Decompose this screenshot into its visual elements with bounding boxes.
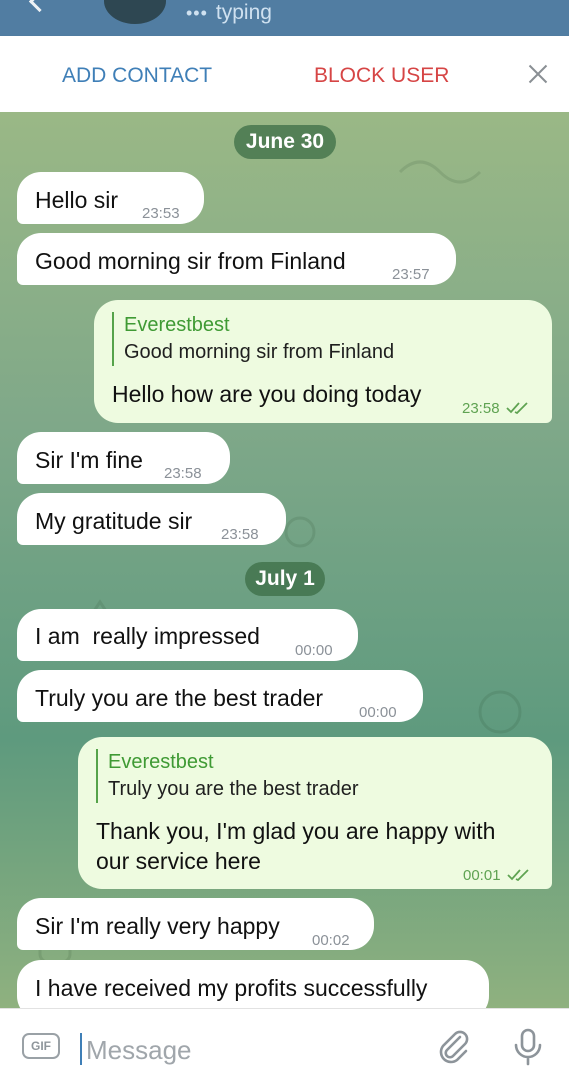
message-text: I have received my profits successfully (35, 975, 428, 1001)
contact-action-bar: ADD CONTACT BLOCK USER (0, 36, 569, 112)
chat-header: ••• typing (0, 0, 569, 36)
message-input[interactable] (84, 1029, 388, 1071)
incoming-message[interactable]: Truly you are the best trader 00:00 (17, 670, 423, 722)
back-arrow-icon[interactable] (28, 0, 51, 13)
typing-dots-icon: ••• (186, 3, 208, 23)
microphone-icon[interactable] (510, 1027, 546, 1067)
block-user-button[interactable]: BLOCK USER (314, 64, 449, 88)
outgoing-message[interactable]: Everestbest Truly you are the best trade… (78, 737, 552, 889)
reply-text: Good morning sir from Finland (124, 341, 395, 363)
message-time: 23:58 (221, 526, 259, 543)
message-text-line-1: Thank you, I'm glad you are happy with (96, 818, 496, 844)
text-caret (80, 1033, 82, 1065)
message-time-label: 00:01 (463, 867, 501, 884)
incoming-message[interactable]: Sir I'm fine 23:58 (17, 432, 230, 484)
message-text-line-2: our service here (96, 848, 261, 874)
message-text: Hello sir (35, 187, 119, 213)
date-divider: July 1 (245, 562, 325, 596)
message-text: Good morning sir from Finland (35, 248, 346, 274)
message-list[interactable]: June 30 Hello sir 23:53 Good morning sir… (0, 112, 569, 1008)
add-contact-button[interactable]: ADD CONTACT (62, 64, 212, 88)
reply-quote[interactable]: Everestbest Truly you are the best trade… (96, 749, 359, 803)
close-icon[interactable] (524, 60, 552, 88)
incoming-message[interactable]: My gratitude sir 23:58 (17, 493, 286, 545)
incoming-message[interactable]: I am really impressed 00:00 (17, 609, 358, 661)
message-time: 00:01 (463, 861, 531, 891)
message-time: 00:00 (359, 704, 397, 721)
message-time: 00:02 (312, 932, 350, 949)
message-time: 00:00 (295, 642, 333, 659)
message-time: 23:57 (392, 266, 430, 283)
message-time-label: 23:58 (462, 400, 500, 417)
date-label: July 1 (255, 567, 315, 590)
message-composer: GIF (0, 1008, 569, 1081)
gif-icon[interactable]: GIF (22, 1033, 60, 1059)
date-divider: June 30 (234, 125, 336, 159)
typing-label: typing (215, 1, 272, 24)
message-text: My gratitude sir (35, 508, 193, 534)
double-check-icon (506, 869, 529, 881)
double-check-icon (505, 402, 528, 414)
reply-author: Everestbest (124, 314, 230, 336)
typing-status: ••• typing (186, 0, 272, 26)
paperclip-icon[interactable] (436, 1029, 472, 1065)
date-label: June 30 (245, 130, 325, 153)
message-text: I am really impressed (35, 623, 260, 649)
outgoing-message[interactable]: Everestbest Good morning sir from Finlan… (94, 300, 552, 423)
reply-quote[interactable]: Everestbest Good morning sir from Finlan… (112, 312, 394, 366)
incoming-message[interactable]: Good morning sir from Finland 23:57 (17, 233, 456, 285)
contact-avatar[interactable] (104, 0, 166, 24)
message-time: 23:53 (142, 205, 180, 222)
message-text: Truly you are the best trader (35, 685, 324, 711)
message-text: Sir I'm fine (35, 447, 143, 473)
incoming-message[interactable]: Sir I'm really very happy 00:02 (17, 898, 374, 950)
message-time: 23:58 (164, 465, 202, 482)
incoming-message[interactable]: I have received my profits successfully (17, 960, 489, 1008)
reply-author: Everestbest (108, 751, 214, 773)
message-text: Sir I'm really very happy (35, 913, 280, 939)
message-text: Hello how are you doing today (112, 381, 422, 407)
message-time: 23:58 (462, 394, 530, 424)
incoming-message[interactable]: Hello sir 23:53 (17, 172, 204, 224)
reply-text: Truly you are the best trader (108, 778, 359, 800)
